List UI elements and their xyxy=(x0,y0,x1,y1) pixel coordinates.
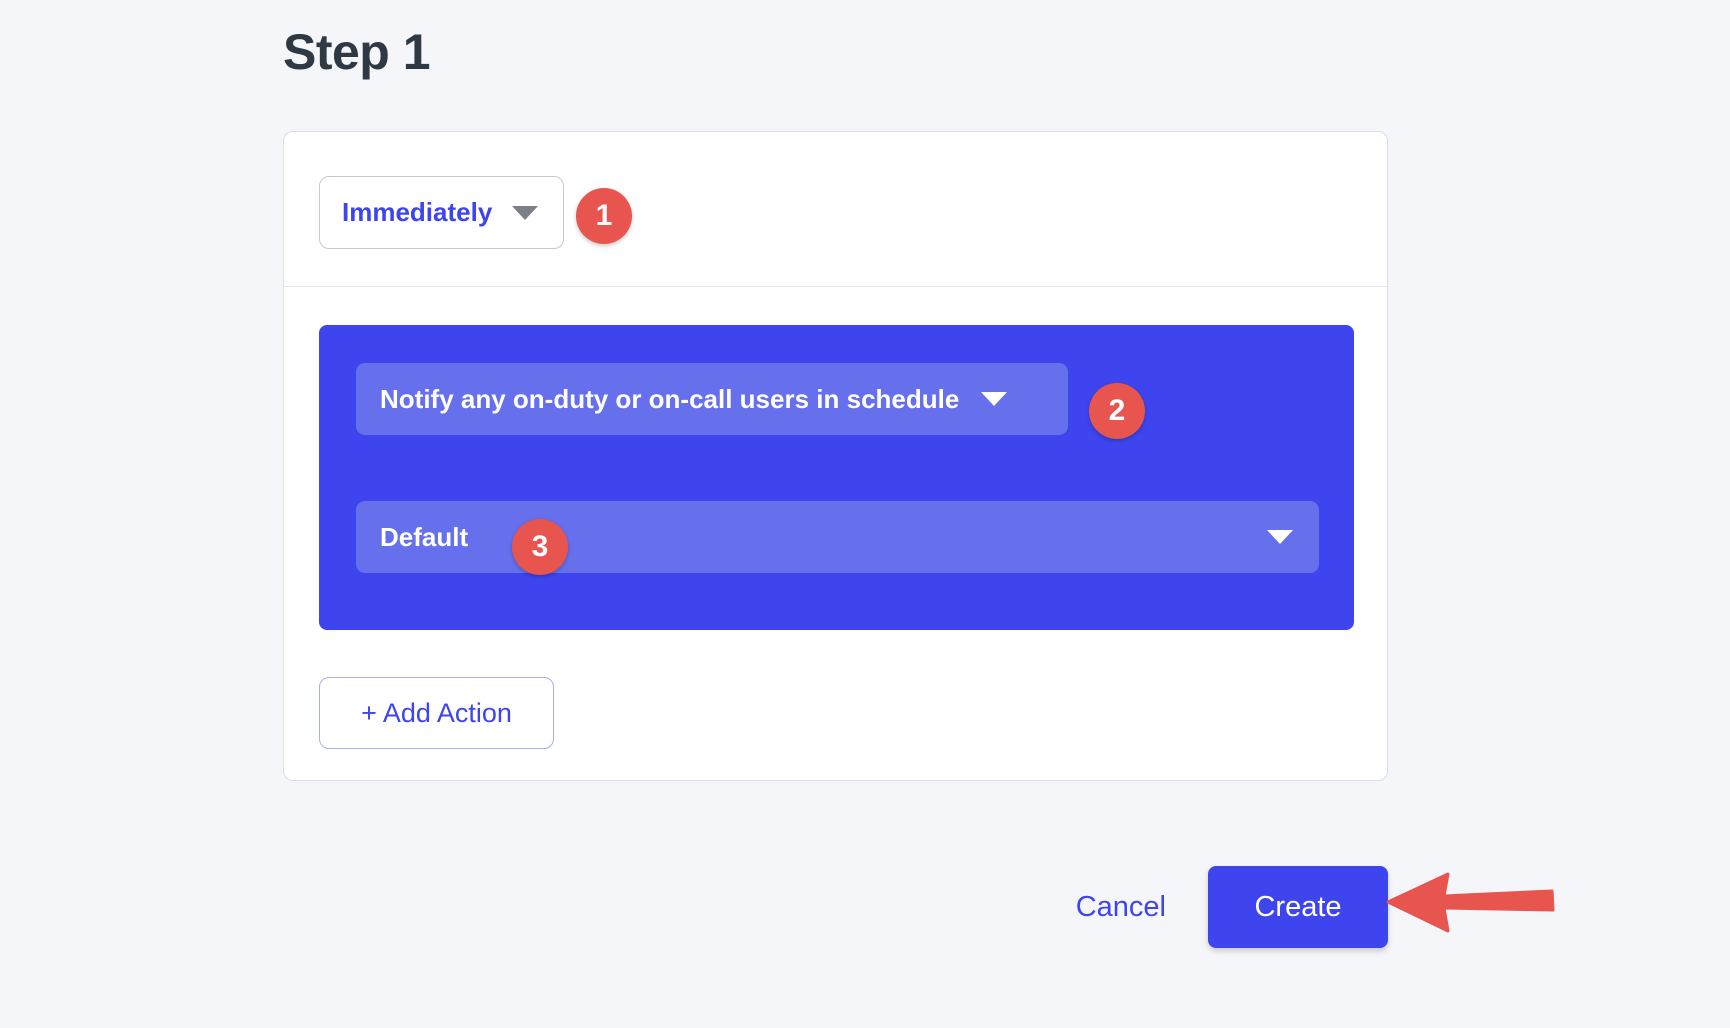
annotation-badge-1: 1 xyxy=(576,188,632,244)
chevron-down-icon xyxy=(512,205,539,220)
card-when-row: Immediately xyxy=(284,132,1387,287)
schedule-select[interactable]: Default xyxy=(356,501,1319,573)
when-select-label: Immediately xyxy=(342,197,493,227)
left-arrow-icon xyxy=(1386,872,1555,933)
when-select[interactable]: Immediately xyxy=(319,176,564,249)
add-action-button[interactable]: + Add Action xyxy=(319,677,554,749)
annotation-badge-2: 2 xyxy=(1089,383,1145,439)
action-type-select[interactable]: Notify any on-duty or on-call users in s… xyxy=(356,363,1068,435)
action-block: Notify any on-duty or on-call users in s… xyxy=(319,325,1354,630)
action-type-label: Notify any on-duty or on-call users in s… xyxy=(380,383,960,414)
step-card: Immediately Notify any on-duty or on-cal… xyxy=(283,131,1388,781)
footer-actions: Cancel Create xyxy=(283,862,1388,952)
page-title: Step 1 xyxy=(283,24,431,80)
annotation-badge-3: 3 xyxy=(512,519,568,575)
page-root: Step 1 Immediately Notify any on-duty or… xyxy=(0,0,1730,1028)
schedule-select-label: Default xyxy=(380,521,469,552)
create-button[interactable]: Create xyxy=(1208,866,1388,948)
cancel-button[interactable]: Cancel xyxy=(1076,891,1166,924)
chevron-down-icon xyxy=(981,392,1008,406)
chevron-down-icon xyxy=(1267,530,1293,544)
